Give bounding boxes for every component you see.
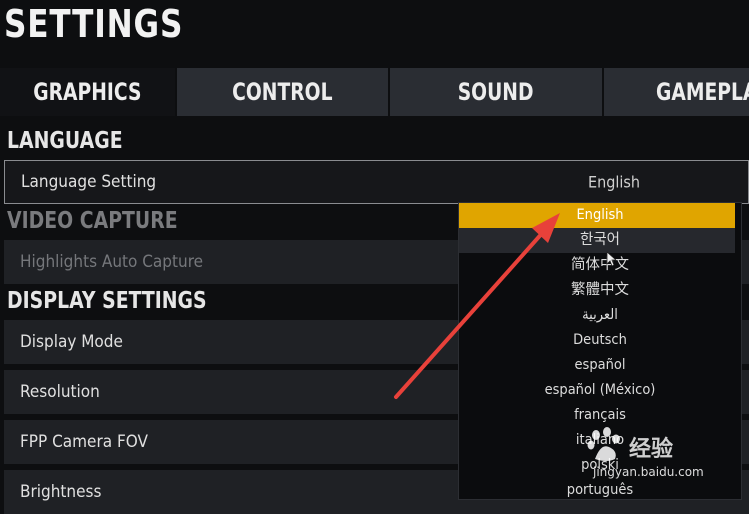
section-display-settings: DISPLAY SETTINGS <box>7 288 207 314</box>
language-option-spanish-mexico[interactable]: español (México) <box>459 378 741 403</box>
watermark-brand: 经验 <box>629 437 674 462</box>
tab-control[interactable]: CONTROL <box>177 68 390 116</box>
language-option-english[interactable]: English <box>459 203 741 228</box>
fpp-camera-fov-label: FPP Camera FOV <box>20 432 148 452</box>
tab-control-label: CONTROL <box>232 78 333 106</box>
tab-gameplay[interactable]: GAMEPLAY <box>604 68 749 116</box>
baidu-paw-icon <box>587 427 620 461</box>
language-option-arabic[interactable]: العربية <box>459 303 741 328</box>
tab-gameplay-label: GAMEPLAY <box>656 78 749 106</box>
language-option-spanish[interactable]: español <box>459 353 741 378</box>
section-video-capture: VIDEO CAPTURE <box>7 208 178 234</box>
tab-graphics[interactable]: GRAPHICS <box>0 68 177 116</box>
section-language: LANGUAGE <box>7 128 123 154</box>
display-mode-label: Display Mode <box>20 332 123 352</box>
language-setting-row[interactable]: Language Setting English <box>4 160 749 204</box>
resolution-label: Resolution <box>20 382 100 402</box>
mouse-cursor-icon <box>606 251 616 267</box>
baidu-watermark: 经验 jingyan.baidu.com <box>585 425 735 495</box>
tab-graphics-label: GRAPHICS <box>33 78 142 106</box>
language-option-simplified-chinese[interactable]: 简体中文 <box>459 253 741 278</box>
highlights-auto-capture-label: Highlights Auto Capture <box>20 252 204 272</box>
watermark-url: jingyan.baidu.com <box>593 465 704 479</box>
language-option-traditional-chinese[interactable]: 繁體中文 <box>459 278 741 303</box>
tab-sound-label: SOUND <box>458 78 534 106</box>
brightness-label: Brightness <box>20 482 102 502</box>
tab-bar: GRAPHICS CONTROL SOUND GAMEPLAY <box>0 68 749 118</box>
dropdown-scrollbar[interactable] <box>735 203 741 499</box>
tab-sound[interactable]: SOUND <box>390 68 604 116</box>
language-option-german[interactable]: Deutsch <box>459 328 741 353</box>
language-option-korean[interactable]: 한국어 <box>459 228 741 253</box>
page-title: SETTINGS <box>4 2 184 46</box>
language-setting-label: Language Setting <box>21 172 157 192</box>
language-setting-value[interactable]: English <box>588 173 640 192</box>
